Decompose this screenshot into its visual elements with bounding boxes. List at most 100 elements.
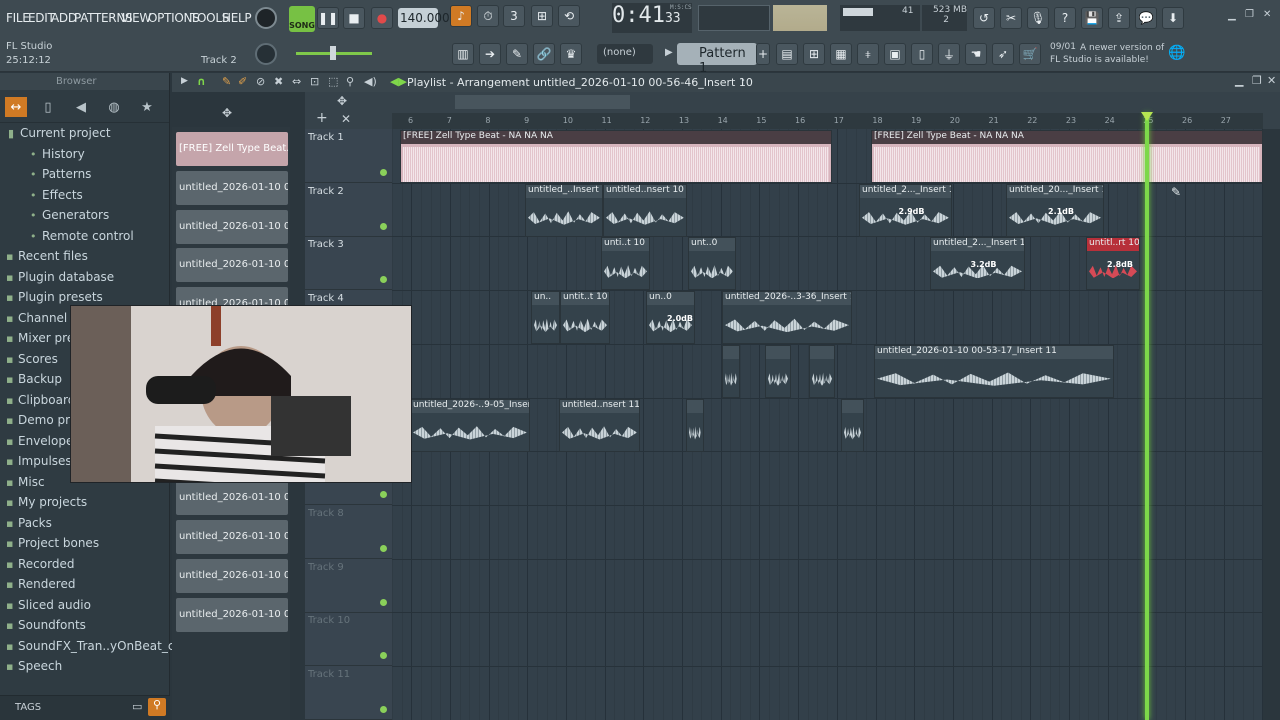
- download-button[interactable]: ⬇: [1162, 7, 1184, 29]
- playhead-marker[interactable]: [1141, 112, 1153, 121]
- browser-item[interactable]: • Effects: [0, 186, 170, 206]
- stop-button[interactable]: ■: [343, 7, 365, 29]
- audio-clip[interactable]: untitled_2026-01-10 00-53-17_Insert 11: [874, 344, 1114, 398]
- mixer-button[interactable]: ▦: [830, 43, 852, 65]
- audio-clip[interactable]: untitled_2..._Insert 10 3.2dB: [930, 237, 1025, 291]
- browser-item[interactable]: • Remote control: [0, 227, 170, 247]
- menu-add[interactable]: ADD: [51, 11, 77, 25]
- audio-clip[interactable]: unti..t 10: [601, 237, 650, 291]
- folder-icon[interactable]: ▭: [132, 700, 142, 713]
- picker-clip-item[interactable]: untitled_2026-01-10 00-..: [176, 597, 288, 632]
- picker-pattern-icon[interactable]: ✥: [222, 106, 232, 120]
- audio-clip[interactable]: untitled..nsert 11: [559, 398, 640, 452]
- audio-clip[interactable]: untitled_2..._Insert 10 2.9dB: [859, 183, 952, 237]
- shop-button[interactable]: 🛒: [1019, 43, 1041, 65]
- add-track-icon[interactable]: +: [316, 110, 328, 126]
- playhead[interactable]: [1145, 113, 1149, 720]
- audio-clip[interactable]: untitled_20..._Insert 10 2.1dB: [1006, 183, 1104, 237]
- overview-scrollbar[interactable]: [455, 95, 630, 109]
- pitch-knob[interactable]: [255, 43, 277, 65]
- touch-button[interactable]: ☚: [965, 43, 987, 65]
- browser-item[interactable]: ▪ My projects: [0, 493, 170, 513]
- export-button[interactable]: ⇪: [1108, 7, 1130, 29]
- browser-button[interactable]: ▣: [884, 43, 906, 65]
- delete-icon[interactable]: ⊘: [256, 75, 265, 88]
- link-button[interactable]: 🔗: [533, 43, 555, 65]
- file-button[interactable]: ▯: [911, 43, 933, 65]
- paint-icon[interactable]: ✐: [238, 75, 247, 88]
- countdown-button[interactable]: 3: [503, 5, 525, 27]
- help-button[interactable]: ?: [1054, 7, 1076, 29]
- undo-button[interactable]: ↺: [973, 7, 995, 29]
- timeline-ruler[interactable]: 6789101112131415161718192021222324252627: [392, 113, 1263, 129]
- track-header[interactable]: Track 3: [305, 236, 392, 291]
- audio-clip[interactable]: untitled_2026-..9-05_Insert 11: [410, 398, 530, 452]
- audio-clip[interactable]: [841, 398, 864, 452]
- browser-item[interactable]: • History: [0, 145, 170, 165]
- brush-button[interactable]: ✎: [506, 43, 528, 65]
- play-button[interactable]: ❚❚: [317, 7, 339, 29]
- slip-icon[interactable]: ⇔: [292, 75, 301, 88]
- browser-item[interactable]: ▪ Project bones: [0, 534, 170, 554]
- piano-roll-button[interactable]: ▥: [452, 43, 474, 65]
- arrangement-arrow-icon[interactable]: ◀▶: [390, 75, 407, 88]
- pattern-prev-icon[interactable]: ▶: [665, 47, 673, 58]
- wait-input-button[interactable]: ⏱: [477, 5, 499, 27]
- menu-file[interactable]: FILE: [6, 11, 30, 25]
- vertical-scrollbar[interactable]: [1263, 129, 1280, 720]
- channel-rack-button[interactable]: ⊞: [803, 43, 825, 65]
- stamp-button[interactable]: ♛: [560, 43, 582, 65]
- audio-clip[interactable]: [809, 344, 835, 398]
- browser-item[interactable]: ▪ Soundfonts: [0, 616, 170, 636]
- track-header[interactable]: Track 1: [305, 129, 392, 183]
- playlist-minimize-icon[interactable]: ▁: [1235, 74, 1243, 87]
- track-header[interactable]: Track 9: [305, 559, 392, 613]
- tools-button[interactable]: ➶: [992, 43, 1014, 65]
- remove-track-icon[interactable]: ✕: [341, 112, 351, 126]
- track-mute-led[interactable]: [380, 598, 387, 606]
- track-mute-led[interactable]: [380, 276, 387, 284]
- playlist-close-icon[interactable]: ✕: [1267, 74, 1276, 87]
- browser-files-tab[interactable]: ▯: [37, 97, 59, 117]
- play-arrow-icon[interactable]: ▶: [181, 76, 188, 86]
- browser-item[interactable]: ▪ Recent files: [0, 247, 170, 267]
- mute-icon[interactable]: ✖: [274, 75, 283, 88]
- browser-item[interactable]: ▪ SoundFX_Tran..yOnBeat_com: [0, 637, 193, 657]
- audio-clip[interactable]: unt..0: [688, 237, 736, 291]
- track-header[interactable]: Track 2: [305, 183, 392, 237]
- picker-clip-item[interactable]: untitled_2026-01-10 00-..: [176, 170, 288, 205]
- playlist-menu-icon[interactable]: ›: [741, 75, 745, 86]
- save-button[interactable]: 💾: [1081, 7, 1103, 29]
- track-mute-led[interactable]: [380, 652, 387, 660]
- browser-item[interactable]: ▪ Packs: [0, 514, 170, 534]
- playlist-maximize-icon[interactable]: ❐: [1252, 74, 1262, 87]
- browser-star-tab[interactable]: ★: [136, 97, 158, 117]
- audio-clip[interactable]: [FREE] Zell Type Beat - NA NA NA: [871, 130, 1263, 183]
- slice-icon[interactable]: ⊡: [310, 75, 319, 88]
- select-icon[interactable]: ⬚: [328, 75, 338, 88]
- loop-record-button[interactable]: ⟲: [558, 5, 580, 27]
- browser-item[interactable]: ▪ Sliced audio: [0, 596, 170, 616]
- picker-clip-item[interactable]: untitled_2026-01-10 00-..: [176, 558, 288, 593]
- track-mute-led[interactable]: [380, 169, 387, 176]
- song-mode-button[interactable]: SONG: [289, 6, 315, 32]
- news-text[interactable]: A newer version of FL Studio is availabl…: [1050, 42, 1168, 66]
- browser-item[interactable]: • Generators: [0, 206, 170, 226]
- metronome-button[interactable]: ♪: [450, 5, 472, 27]
- plugin-button[interactable]: ⏚: [938, 43, 960, 65]
- track-header[interactable]: Track 10: [305, 612, 392, 667]
- picker-clip-item[interactable]: [FREE] Zell Type Beat..: [176, 132, 288, 166]
- browser-item[interactable]: ▪ Recorded: [0, 555, 170, 575]
- picker-clip-item[interactable]: untitled_2026-01-10 00-..: [176, 520, 288, 554]
- playback-icon[interactable]: ◀): [364, 75, 377, 88]
- track-header[interactable]: Track 11: [305, 666, 392, 720]
- zoom-icon[interactable]: ⚲: [346, 75, 354, 88]
- master-pitch-slider[interactable]: [296, 46, 372, 60]
- audio-clip[interactable]: untitled_..Insert 10: [525, 183, 603, 237]
- step-edit-button[interactable]: ⊞: [531, 5, 553, 27]
- add-pattern-button[interactable]: +: [756, 43, 770, 65]
- snap-select[interactable]: (none): [597, 44, 653, 64]
- audio-clip[interactable]: [686, 398, 704, 452]
- browser-speaker-tab[interactable]: ◀: [70, 97, 92, 117]
- audio-clip[interactable]: [722, 344, 740, 398]
